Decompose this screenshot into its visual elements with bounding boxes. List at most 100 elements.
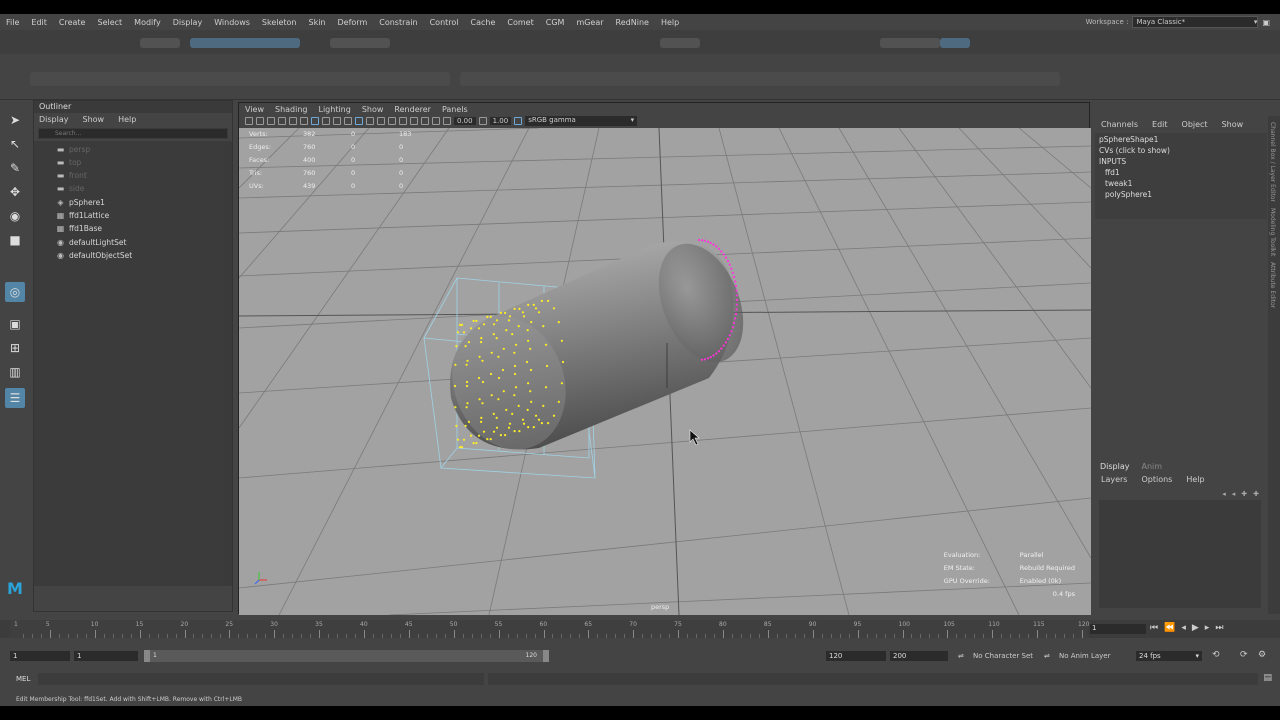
menu-skeleton[interactable]: Skeleton — [256, 18, 303, 27]
lattice-point-yellow[interactable] — [477, 376, 481, 380]
mel-label[interactable]: MEL — [16, 675, 30, 683]
viewport-menu-renderer[interactable]: Renderer — [394, 105, 431, 114]
lattice-point-yellow[interactable] — [486, 315, 489, 318]
lattice-point-yellow[interactable] — [489, 315, 492, 318]
lattice-point-yellow[interactable] — [490, 351, 493, 354]
antialias-icon[interactable] — [399, 117, 407, 125]
outliner-scrollbar[interactable] — [225, 141, 232, 586]
lattice-point-yellow[interactable] — [502, 347, 505, 350]
lattice-point-yellow[interactable] — [518, 430, 521, 433]
wireframe-icon[interactable] — [311, 117, 319, 125]
lattice-point-yellow[interactable] — [480, 337, 483, 340]
menu-rednine[interactable]: RedNine — [610, 18, 655, 27]
outliner-item[interactable]: ▦ ffd1Base — [56, 222, 102, 235]
menu-display[interactable]: Display — [167, 18, 209, 27]
menu-file[interactable]: File — [0, 18, 25, 27]
lattice-point-magenta[interactable] — [733, 321, 736, 325]
lattice-point-yellow[interactable] — [492, 430, 496, 433]
lattice-point-yellow[interactable] — [477, 327, 481, 330]
lattice-point-yellow[interactable] — [489, 438, 492, 441]
xray-icon[interactable] — [421, 117, 429, 125]
gamma-icon[interactable] — [478, 117, 487, 125]
lattice-point-yellow[interactable] — [481, 380, 485, 384]
lattice-point-magenta[interactable] — [700, 358, 704, 361]
menu-mgear[interactable]: mGear — [570, 18, 609, 27]
lattice-point-yellow[interactable] — [513, 307, 516, 310]
smooth-shade-icon[interactable] — [322, 117, 330, 125]
lattice-point-yellow[interactable] — [495, 416, 498, 419]
layout-four-icon[interactable]: ⊞ — [5, 338, 25, 358]
lattice-point-yellow[interactable] — [492, 412, 495, 415]
lattice-point-yellow[interactable] — [522, 422, 526, 425]
lattice-point-yellow[interactable] — [529, 347, 532, 350]
lattice-point-magenta[interactable] — [730, 267, 733, 270]
go-to-start-icon[interactable]: ⏮ — [1150, 623, 1158, 633]
outliner-item[interactable]: ▬ front — [56, 169, 87, 182]
menu-deform[interactable]: Deform — [332, 18, 374, 27]
lattice-point-magenta[interactable] — [731, 271, 734, 274]
lattice-point-yellow[interactable] — [547, 299, 550, 302]
lattice-point-yellow[interactable] — [464, 345, 467, 348]
lattice-point-yellow[interactable] — [456, 331, 460, 334]
lattice-point-magenta[interactable] — [734, 284, 738, 288]
viewport-menu-lighting[interactable]: Lighting — [318, 105, 350, 114]
exposure-field[interactable]: 0.00 — [454, 117, 476, 125]
side-tab-modeling-toolkit[interactable]: Modeling Toolkit — [1269, 208, 1276, 256]
lattice-point-yellow[interactable] — [502, 390, 505, 393]
lattice-point-magenta[interactable] — [735, 303, 738, 306]
lattice-point-yellow[interactable] — [480, 420, 483, 423]
lattice-point-magenta[interactable] — [700, 239, 704, 242]
lattice-point-yellow[interactable] — [467, 420, 470, 423]
menu-select[interactable]: Select — [91, 18, 128, 27]
lattice-point-yellow[interactable] — [552, 414, 556, 417]
lattice-point-magenta[interactable] — [724, 341, 727, 344]
lattice-point-yellow[interactable] — [469, 434, 473, 437]
cb-menu-object[interactable]: Object — [1182, 120, 1208, 129]
side-tab-channel-box[interactable]: Channel Box / Layer Editor — [1269, 122, 1276, 202]
fps-dropdown[interactable]: 24 fps ▾ — [1136, 651, 1202, 661]
lattice-point-yellow[interactable] — [492, 333, 495, 336]
preferences-icon[interactable]: ⚙ — [1258, 650, 1266, 660]
lattice-point-yellow[interactable] — [530, 400, 533, 403]
lattice-point-magenta[interactable] — [712, 243, 715, 246]
script-editor-icon[interactable]: ▤ — [1263, 673, 1272, 683]
playback-end-field[interactable]: 120 — [826, 651, 886, 661]
gamma-field[interactable]: 1.00 — [489, 117, 512, 125]
cb-menu-edit[interactable]: Edit — [1152, 120, 1168, 129]
lattice-point-yellow[interactable] — [560, 382, 563, 385]
lattice-point-magenta[interactable] — [703, 358, 706, 361]
lattice-point-yellow[interactable] — [481, 359, 484, 362]
lattice-point-yellow[interactable] — [472, 442, 475, 445]
lattice-point-yellow[interactable] — [560, 339, 563, 342]
lattice-point-yellow[interactable] — [456, 438, 460, 441]
lattice-point-yellow[interactable] — [455, 345, 458, 348]
lattice-point-yellow[interactable] — [489, 372, 493, 376]
lattice-point-yellow[interactable] — [540, 422, 543, 425]
lattice-point-yellow[interactable] — [513, 430, 516, 433]
lasso-tool-icon[interactable]: ↖ — [5, 134, 25, 154]
lattice-point-yellow[interactable] — [537, 311, 541, 314]
lattice-point-yellow[interactable] — [462, 331, 466, 334]
input-node[interactable]: polySphere1 — [1099, 190, 1263, 201]
outliner-item[interactable]: ◈ pSphere1 — [56, 196, 105, 209]
lattice-point-magenta[interactable] — [715, 245, 718, 248]
lattice-point-yellow[interactable] — [507, 426, 511, 429]
lattice-point-yellow[interactable] — [537, 418, 541, 421]
lattice-point-yellow[interactable] — [511, 412, 514, 415]
range-slider[interactable]: 1 120 — [144, 650, 549, 662]
lattice-point-magenta[interactable] — [709, 356, 712, 359]
wireframe-on-shaded-icon[interactable] — [333, 117, 341, 125]
lattice-point-yellow[interactable] — [492, 323, 496, 326]
lattice-point-yellow[interactable] — [508, 422, 512, 425]
anim-layer-dropdown[interactable]: No Anim Layer — [1059, 652, 1110, 660]
lattice-point-yellow[interactable] — [517, 325, 520, 328]
outliner-item[interactable]: ▦ ffd1Lattice — [56, 209, 109, 222]
layer-menu-help[interactable]: Help — [1186, 475, 1204, 484]
move-tool-icon[interactable]: ✥ — [5, 182, 25, 202]
lattice-point-yellow[interactable] — [467, 341, 470, 344]
lattice-point-yellow[interactable] — [518, 307, 521, 310]
lattice-point-yellow[interactable] — [495, 337, 498, 340]
lattice-point-yellow[interactable] — [482, 430, 486, 433]
menu-modify[interactable]: Modify — [128, 18, 167, 27]
xray-joints-icon[interactable] — [432, 117, 440, 125]
